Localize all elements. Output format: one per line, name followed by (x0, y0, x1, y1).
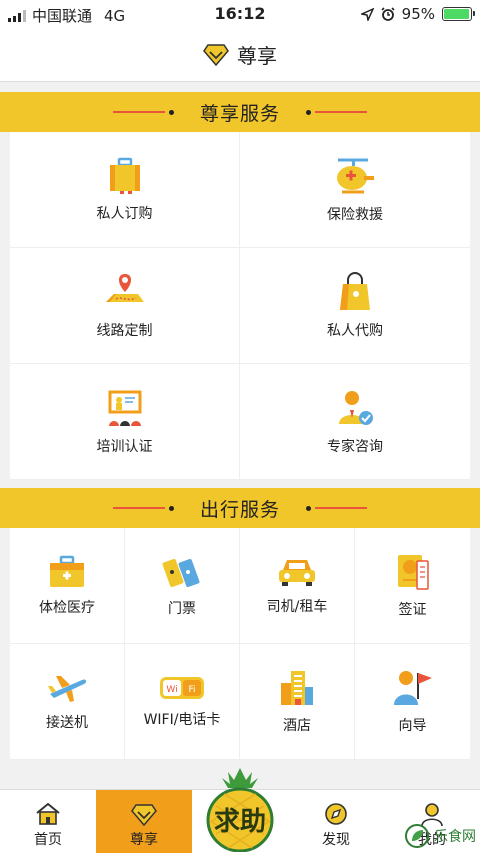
expert-icon (339, 390, 373, 425)
status-bar: 中国联通 4G 16:12 95% (0, 0, 480, 28)
section-header-premium: 尊享服务 (0, 92, 480, 132)
section-title: 出行服务 (199, 498, 280, 521)
compass-icon (325, 803, 347, 825)
service-personal-shopping[interactable]: 私人代购 (240, 248, 470, 364)
service-label: WIFI/电话卡 (143, 711, 221, 728)
hotel-icon (281, 670, 313, 705)
battery-percent: 95% (401, 5, 435, 23)
service-label: 酒店 (283, 717, 311, 734)
car-icon (279, 559, 315, 586)
service-label: 专家咨询 (327, 438, 383, 455)
medical-kit-icon (50, 555, 84, 587)
service-driver-rental[interactable]: 司机/租车 (240, 528, 355, 644)
service-airport-transfer[interactable]: 接送机 (10, 644, 125, 760)
home-icon (36, 802, 60, 825)
diamond-icon (131, 804, 157, 826)
service-label: 私人代购 (327, 322, 383, 339)
tab-label: 首页 (34, 832, 62, 848)
service-label: 保险救援 (327, 206, 383, 223)
service-label: 体检医疗 (39, 599, 95, 616)
service-label: 签证 (398, 601, 427, 618)
service-label: 接送机 (46, 714, 88, 731)
service-hotel[interactable]: 酒店 (240, 644, 355, 760)
service-guide[interactable]: 向导 (355, 644, 470, 760)
wifi-card-icon: Wi Fi (160, 676, 204, 699)
service-medical[interactable]: 体检医疗 (10, 528, 125, 644)
diamond-icon (203, 43, 229, 66)
alarm-icon (381, 7, 395, 21)
tab-discover[interactable]: 发现 (288, 790, 384, 853)
help-badge-text: 求助 (214, 807, 266, 837)
battery-icon (442, 7, 475, 21)
service-label: 培训认证 (96, 438, 153, 455)
service-route-custom[interactable]: 线路定制 (10, 248, 240, 364)
service-label: 门票 (168, 600, 196, 617)
tab-premium[interactable]: 尊享 (96, 790, 192, 853)
location-arrow-icon (360, 7, 374, 21)
watermark: 乐食网 (404, 823, 476, 849)
airplane-icon (48, 675, 87, 702)
section-title: 尊享服务 (199, 102, 280, 125)
travel-services-grid: 体检医疗 门票 司机/租车 签证 接送机 Wi Fi WIFI/电话卡 酒店 向… (10, 528, 470, 760)
service-wifi-sim[interactable]: Wi Fi WIFI/电话卡 (125, 644, 240, 760)
svg-text:Wi: Wi (166, 685, 177, 695)
service-training[interactable]: 培训认证 (10, 364, 240, 480)
route-map-icon (105, 273, 144, 302)
ticket-icon (162, 558, 200, 587)
service-tickets[interactable]: 门票 (125, 528, 240, 644)
help-badge-icon: 求助 (206, 768, 274, 853)
service-label: 线路定制 (96, 322, 153, 339)
shopping-bag-icon (340, 271, 370, 310)
service-insurance-rescue[interactable]: 保险救援 (240, 132, 470, 248)
service-label: 私人订购 (96, 205, 153, 222)
training-board-icon (108, 390, 141, 426)
tab-label: 发现 (322, 832, 350, 848)
passport-icon (397, 554, 429, 590)
nav-bar: 尊享 (0, 28, 480, 82)
guide-flag-icon (393, 670, 432, 705)
svg-text:Fi: Fi (188, 685, 195, 695)
watermark-text: 乐食网 (434, 829, 476, 845)
service-label: 司机/租车 (266, 598, 328, 615)
service-label: 向导 (398, 717, 427, 734)
service-visa[interactable]: 签证 (355, 528, 470, 644)
suitcase-icon (109, 157, 140, 194)
page-title: 尊享 (237, 44, 277, 68)
leaf-logo-icon (405, 824, 429, 848)
help-button[interactable]: 求助 (198, 766, 282, 853)
service-expert-consult[interactable]: 专家咨询 (240, 364, 470, 480)
tab-home[interactable]: 首页 (0, 790, 96, 853)
premium-services-grid: 私人订购 保险救援 线路定制 私人代购 培训认证 专家咨询 (10, 132, 470, 480)
section-header-travel: 出行服务 (0, 488, 480, 528)
tab-label: 尊享 (130, 832, 158, 848)
rescue-helicopter-icon (337, 158, 374, 193)
service-private-order[interactable]: 私人订购 (10, 132, 240, 248)
